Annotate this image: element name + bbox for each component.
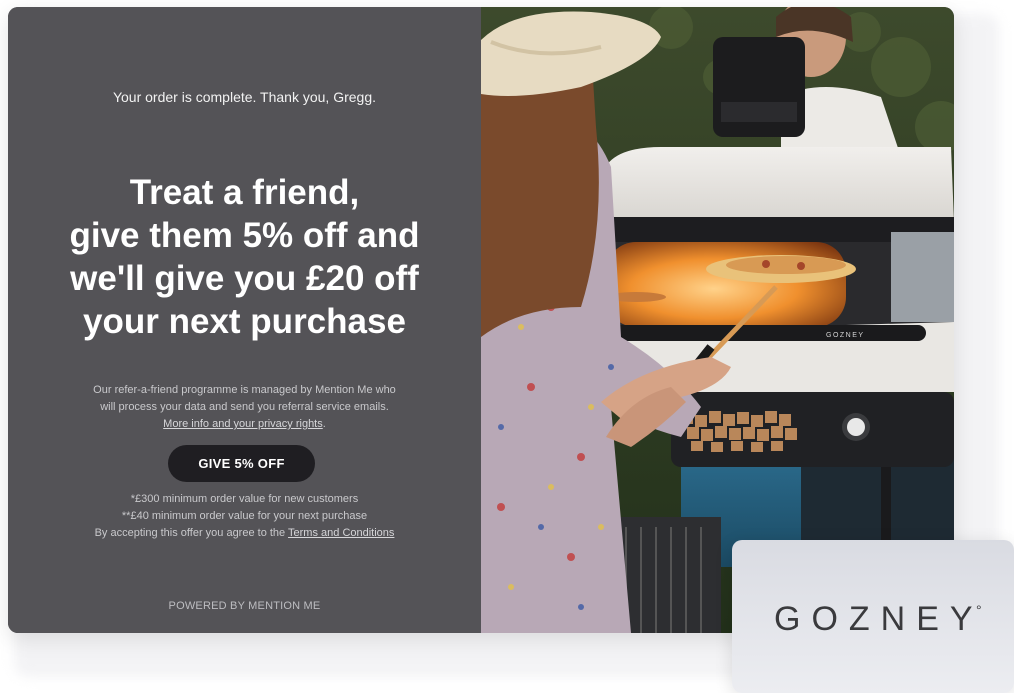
terms-line: **£40 minimum order value for your next … (121, 510, 368, 522)
order-confirmation: Your order is complete. Thank you, Gregg… (112, 89, 377, 105)
logo-mark: ° (976, 602, 982, 618)
gozney-logo: GOZNEY (774, 600, 984, 638)
terms-accept-row: By accepting this offer you agree to the… (48, 525, 441, 542)
oven-badge: GOZNEY (826, 332, 865, 339)
privacy-link-row: More info and your privacy rights. (48, 416, 441, 433)
privacy-line: will process your data and send you refe… (100, 401, 389, 413)
terms-notice: *£300 minimum order value for new custom… (48, 491, 441, 542)
offer-panel: Your order is complete. Thank you, Gregg… (8, 7, 481, 633)
headline-line: your next purchase (83, 302, 406, 341)
privacy-rights-link[interactable]: More info and your privacy rights (163, 418, 323, 430)
terms-prefix: By accepting this offer you agree to the (94, 527, 289, 539)
headline-line: give them 5% off and (69, 216, 420, 255)
privacy-notice: Our refer-a-friend programme is managed … (48, 382, 441, 433)
privacy-line: Our refer-a-friend programme is managed … (93, 384, 396, 396)
headline-line: Treat a friend, (129, 173, 360, 212)
privacy-period: . (322, 418, 326, 430)
give-discount-button[interactable]: GIVE 5% OFF (168, 445, 315, 482)
headline-line: we'll give you £20 off (70, 259, 419, 298)
powered-by-label: POWERED BY MENTION ME (168, 600, 321, 612)
offer-headline: Treat a friend, give them 5% off and we'… (28, 171, 461, 343)
terms-line: *£300 minimum order value for new custom… (130, 493, 359, 505)
terms-and-conditions-link[interactable]: Terms and Conditions (288, 527, 394, 539)
brand-logo-card: GOZNEY ° (732, 540, 1014, 693)
